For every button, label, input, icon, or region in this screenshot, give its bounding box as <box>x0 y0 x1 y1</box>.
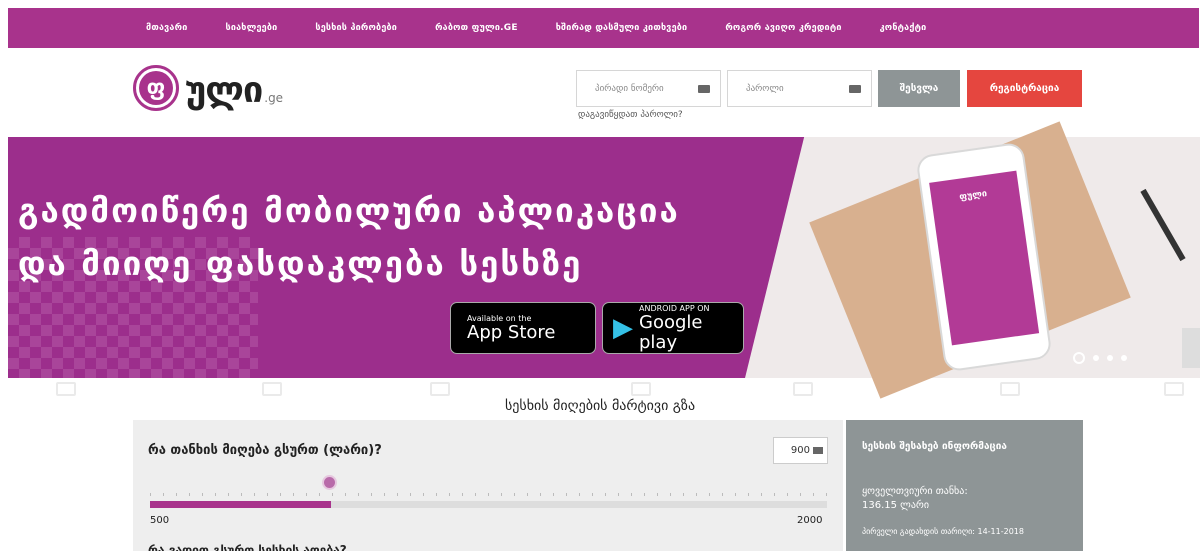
logo-text: ული <box>185 70 263 111</box>
slider-max-label: 2000 <box>797 515 823 526</box>
carousel-dot-2[interactable] <box>1093 355 1099 361</box>
phone-app-logo: ფული <box>958 189 988 203</box>
personal-id-input[interactable]: პირადი ნომერი <box>576 70 721 107</box>
slider-ticks <box>150 493 827 496</box>
top-navigation: მთავარი სიახლეები სესხის პირობები რაბოთ … <box>8 8 1199 48</box>
wallet-icon <box>1000 382 1020 396</box>
amount-input[interactable]: 900 <box>773 437 828 464</box>
slider-min-label: 500 <box>150 515 170 526</box>
loan-info-panel: სესხის შესახებ ინფორმაცია ყოველთვიური თა… <box>846 420 1083 551</box>
calculator-icon <box>430 382 450 396</box>
amount-slider-handle[interactable] <box>322 475 337 490</box>
nav-item-news[interactable]: სიახლეები <box>226 23 278 33</box>
nav-item-contact[interactable]: კონტაქტი <box>880 23 927 33</box>
calculator-icon <box>56 382 76 396</box>
app-store-button[interactable]: Available on the App Store <box>450 302 596 354</box>
info-title: სესხის შესახებ ინფორმაცია <box>862 441 1007 452</box>
keyboard-icon <box>698 84 710 93</box>
nav-item-why-fuli[interactable]: რაბოთ ფული.GE <box>435 23 518 33</box>
section-tagline: სესხის მიღების მარტივი გზა <box>504 398 696 414</box>
banner-headline-2: და მიიღე ფასდაკლება სესხზე <box>18 244 583 283</box>
carousel-dots <box>1073 352 1127 364</box>
carousel-dot-4[interactable] <box>1121 355 1127 361</box>
banner-headline-1: გადმოიწერე მობილური აპლიკაცია <box>18 191 680 230</box>
wallet-icon <box>631 382 651 396</box>
amount-slider-track[interactable] <box>150 501 827 508</box>
nav-item-loan-terms[interactable]: სესხის პირობები <box>315 23 397 33</box>
amount-question: რა თანხის მიღება გსურთ (ლარი)? <box>148 443 382 458</box>
register-button[interactable]: რეგისტრაცია <box>967 70 1082 107</box>
loan-calculator <box>133 420 843 551</box>
first-payment-date: პირველი გადახდის თარიღი: 14-11-2018 <box>862 527 1024 536</box>
forgot-password-link[interactable]: დაგავიწყდათ პაროლი? <box>578 110 683 120</box>
nav-item-how-to-get-credit[interactable]: როგორ ავიღო კრედიტი <box>725 23 841 33</box>
logo-tld: .ge <box>264 91 284 105</box>
calculator-icon <box>793 382 813 396</box>
password-input[interactable]: პაროლი <box>727 70 872 107</box>
keyboard-icon <box>849 84 861 93</box>
site-logo[interactable]: ფ ული .ge <box>133 65 283 111</box>
monthly-amount-value: 136.15 ლარი <box>862 500 930 511</box>
google-play-icon: ▶ <box>613 313 633 343</box>
carousel-next-arrow[interactable] <box>1182 328 1200 368</box>
carousel-dot-3[interactable] <box>1107 355 1113 361</box>
wallet-icon <box>262 382 282 396</box>
term-question: რა ვადით გსურთ სესხის აღება? <box>148 543 347 551</box>
nav-item-faq[interactable]: ხშირად დასმული კითხვები <box>556 23 688 33</box>
login-button[interactable]: შესვლა <box>878 70 960 107</box>
carousel-dot-1[interactable] <box>1073 352 1085 364</box>
nav-item-home[interactable]: მთავარი <box>146 23 188 33</box>
keyboard-icon <box>813 447 823 454</box>
logo-mark-icon: ფ <box>133 65 179 111</box>
calculator-icon <box>1164 382 1184 396</box>
monthly-amount-label: ყოველთვიური თანხა: <box>862 486 968 497</box>
amount-slider-fill <box>150 501 331 508</box>
google-play-button[interactable]: ▶ ANDROID APP ON Google play <box>602 302 744 354</box>
